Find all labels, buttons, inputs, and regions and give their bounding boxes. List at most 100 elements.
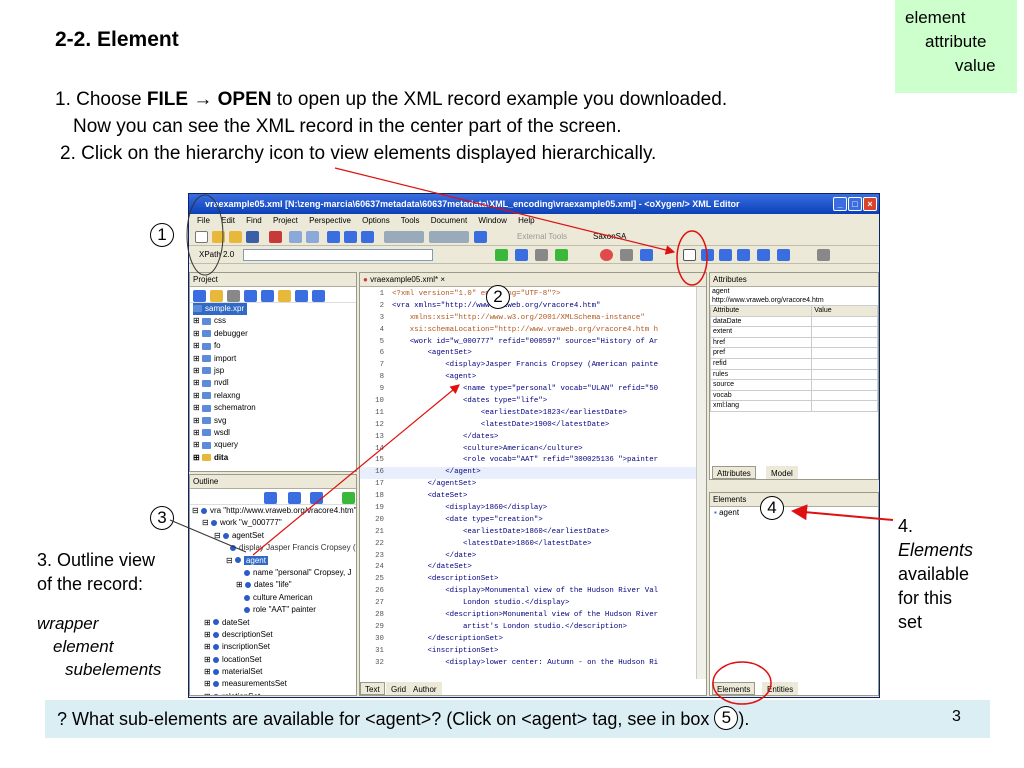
tab-entities[interactable]: Entities — [762, 682, 799, 695]
back-icon[interactable] — [344, 231, 357, 243]
refresh-icon[interactable] — [295, 290, 308, 302]
maximize-button[interactable]: □ — [848, 197, 862, 211]
link-editor-icon[interactable] — [342, 492, 355, 504]
attribute-row[interactable]: vocab — [710, 389, 878, 402]
attribute-row[interactable]: href — [710, 336, 878, 349]
expand-all-icon[interactable] — [312, 290, 325, 302]
project-folder[interactable]: ⊞ css — [193, 315, 356, 327]
project-folder[interactable]: ⊞ import — [193, 353, 356, 365]
project-folder[interactable]: ⊞ schematron — [193, 402, 356, 414]
outline-node[interactable]: name "personal" Cropsey, J — [190, 567, 356, 579]
project-item[interactable]: sample.xpr — [193, 303, 248, 316]
find-replace-icon[interactable] — [306, 231, 319, 243]
outline-node[interactable]: ⊟ agentSet — [190, 530, 356, 542]
apply-scenario-icon[interactable] — [640, 249, 653, 261]
editor-scrollbar[interactable] — [696, 287, 706, 679]
tab-elements[interactable]: Elements — [712, 682, 756, 695]
open-project-icon[interactable] — [210, 290, 223, 302]
tree-view-icon[interactable] — [701, 249, 714, 261]
menu-file[interactable]: File — [197, 216, 210, 225]
schema-icon[interactable] — [737, 249, 750, 261]
code-view[interactable]: 1 <?xml version="1.0" encoding="UTF-8"?> … — [360, 287, 706, 670]
outline-node[interactable]: ⊟ vra "http://www.vraweb.org/vracore4.ht… — [190, 505, 356, 517]
flat-view-icon[interactable] — [264, 492, 277, 504]
xquery-transform-icon[interactable] — [429, 231, 469, 243]
saxon-select[interactable]: SaxonSA — [593, 232, 626, 241]
outline-node[interactable]: ⊞ measurementsSet — [190, 678, 356, 690]
debug-icon[interactable] — [620, 249, 633, 261]
project-folder[interactable]: ⊞ relaxng — [193, 390, 356, 402]
outline-node[interactable]: ⊞ dateSet — [190, 617, 356, 629]
xpath-input[interactable] — [243, 249, 433, 261]
menu-options[interactable]: Options — [362, 216, 390, 225]
validate-icon[interactable] — [495, 249, 508, 261]
outline-node[interactable]: display Jasper Francis Cropsey ( — [190, 542, 356, 554]
menu-document[interactable]: Document — [431, 216, 467, 225]
menu-find[interactable]: Find — [246, 216, 262, 225]
selected-agent-node[interactable]: agent — [243, 555, 268, 565]
menu-perspective[interactable]: Perspective — [309, 216, 351, 225]
tab-attributes[interactable]: Attributes — [712, 466, 756, 479]
menu-help[interactable]: Help — [518, 216, 534, 225]
element-item[interactable]: ▪ agent — [714, 507, 878, 519]
close-button[interactable]: × — [863, 197, 877, 211]
menu-window[interactable]: Window — [478, 216, 506, 225]
project-folder[interactable]: ⊞ nvdl — [193, 377, 356, 389]
col-value[interactable]: Value — [811, 305, 878, 317]
attribute-row[interactable]: pref — [710, 347, 878, 359]
menu-edit[interactable]: Edit — [221, 216, 235, 225]
project-folder[interactable]: ⊞ svg — [193, 415, 356, 427]
attribute-row[interactable]: dataDate — [710, 315, 878, 328]
configure-icon[interactable] — [474, 231, 487, 243]
external-tools[interactable]: External Tools — [517, 232, 567, 241]
save-icon[interactable] — [246, 231, 259, 243]
filter-icon[interactable] — [310, 492, 323, 504]
minimize-button[interactable]: _ — [833, 197, 847, 211]
attribute-row[interactable]: source — [710, 379, 878, 391]
save-project-icon[interactable] — [227, 290, 240, 302]
new-file-icon[interactable] — [195, 231, 208, 243]
attribute-row[interactable]: rules — [710, 368, 878, 381]
menu-project[interactable]: Project — [273, 216, 298, 225]
attribute-row[interactable]: extent — [710, 326, 878, 338]
sort-icon[interactable] — [288, 492, 301, 504]
outline-node[interactable]: ⊞ materialSet — [190, 666, 356, 678]
xslt-transform-icon[interactable] — [384, 231, 424, 243]
outline-node[interactable]: ⊞ dates "life" — [190, 579, 356, 591]
col-attribute[interactable]: Attribute — [710, 305, 813, 317]
print-icon[interactable] — [269, 231, 282, 243]
attribute-row[interactable]: refid — [710, 357, 878, 370]
outline-node[interactable]: ⊟ agent — [190, 555, 356, 567]
tab-model[interactable]: Model — [766, 466, 798, 479]
edit-icon[interactable] — [817, 249, 830, 261]
find-icon[interactable] — [289, 231, 302, 243]
generate-doc-icon[interactable] — [777, 249, 790, 261]
hierarchy-icon[interactable] — [683, 249, 696, 261]
open-url-icon[interactable] — [229, 231, 242, 243]
tab-text[interactable]: Text — [360, 682, 385, 695]
attribute-row[interactable]: xml:lang — [710, 400, 878, 412]
check-icon[interactable] — [555, 249, 568, 261]
forward-icon[interactable] — [361, 231, 374, 243]
new-project-icon[interactable] — [193, 290, 206, 302]
add-folder-icon[interactable] — [278, 290, 291, 302]
tab-author[interactable]: Author — [408, 682, 442, 695]
outline-node[interactable]: role "AAT" painter — [190, 604, 356, 616]
editor-tab[interactable]: vraexample05.xml* — [370, 275, 438, 284]
xpath-version-select[interactable]: XPath 2.0 — [199, 250, 234, 259]
run-transform-icon[interactable] — [600, 249, 613, 261]
project-folder[interactable]: ⊞ wsdl — [193, 427, 356, 439]
outline-node[interactable]: ⊞ locationSet — [190, 654, 356, 666]
open-folder-icon[interactable] — [212, 231, 225, 243]
format-icon[interactable] — [535, 249, 548, 261]
outline-node[interactable]: ⊞ inscriptionSet — [190, 641, 356, 653]
link-icon[interactable] — [261, 290, 274, 302]
check-wellformed-icon[interactable] — [515, 249, 528, 261]
outline-node[interactable]: ⊟ work "w_000777" — [190, 517, 356, 529]
grid-view-icon[interactable] — [719, 249, 732, 261]
associate-schema-icon[interactable] — [757, 249, 770, 261]
add-files-icon[interactable] — [244, 290, 257, 302]
outline-node[interactable]: ⊞ relationSet — [190, 691, 356, 695]
project-folder[interactable]: ⊞ jsp — [193, 365, 356, 377]
project-folder[interactable]: ⊞ debugger — [193, 328, 356, 340]
